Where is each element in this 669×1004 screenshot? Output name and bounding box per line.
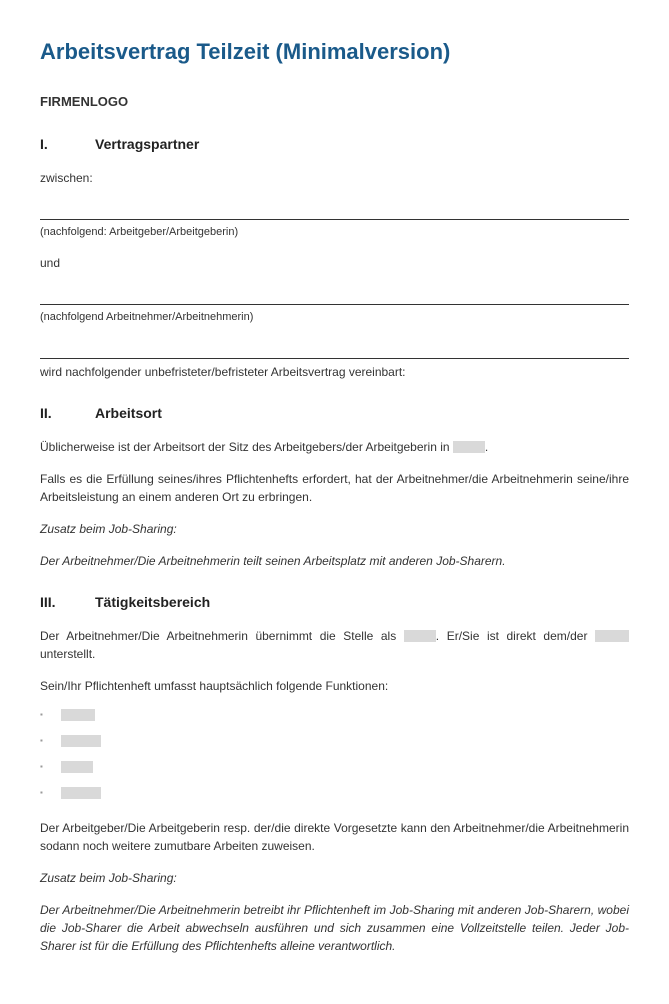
section-3-heading: III.Tätigkeitsbereich: [40, 592, 629, 613]
between-label: zwischen:: [40, 169, 629, 187]
blank-field: [61, 787, 101, 799]
s3-addendum-label: Zusatz beim Job-Sharing:: [40, 869, 629, 887]
blank-field: [61, 709, 95, 721]
and-label: und: [40, 254, 629, 272]
employer-note: (nachfolgend: Arbeitgeber/Arbeitgeberin): [40, 224, 629, 241]
employee-line: [40, 286, 629, 305]
s3-p1: Der Arbeitnehmer/Die Arbeitnehmerin über…: [40, 627, 629, 663]
logo-placeholder: FIRMENLOGO: [40, 92, 629, 112]
s3-p3: Der Arbeitgeber/Die Arbeitgeberin resp. …: [40, 819, 629, 855]
section-1-title: Vertragspartner: [95, 136, 199, 152]
agreement-line: [40, 340, 629, 359]
employer-line: [40, 201, 629, 220]
s2-addendum-text: Der Arbeitnehmer/Die Arbeitnehmerin teil…: [40, 552, 629, 570]
s2-p2: Falls es die Erfüllung seines/ihres Pfli…: [40, 470, 629, 506]
section-3-num: III.: [40, 592, 95, 613]
list-item: [40, 735, 629, 747]
s3-addendum-text: Der Arbeitnehmer/Die Arbeitnehmerin betr…: [40, 901, 629, 955]
blank-field: [595, 630, 629, 642]
section-2-heading: II.Arbeitsort: [40, 403, 629, 424]
employee-note: (nachfolgend Arbeitnehmer/Arbeitnehmerin…: [40, 309, 629, 326]
s3-p2: Sein/Ihr Pflichtenheft umfasst hauptsäch…: [40, 677, 629, 695]
section-3-title: Tätigkeitsbereich: [95, 594, 210, 610]
blank-field: [61, 735, 101, 747]
list-item: [40, 787, 629, 799]
function-list: [40, 709, 629, 799]
agreed-text: wird nachfolgender unbefristeter/befrist…: [40, 363, 629, 381]
section-2-num: II.: [40, 403, 95, 424]
s2-p1: Üblicherweise ist der Arbeitsort der Sit…: [40, 438, 629, 456]
blank-field: [453, 441, 485, 453]
section-2-title: Arbeitsort: [95, 405, 162, 421]
list-item: [40, 709, 629, 721]
blank-field: [404, 630, 436, 642]
section-1-heading: I.Vertragspartner: [40, 134, 629, 155]
section-1-num: I.: [40, 134, 95, 155]
page-title: Arbeitsvertrag Teilzeit (Minimalversion): [40, 35, 629, 68]
list-item: [40, 761, 629, 773]
blank-field: [61, 761, 93, 773]
s2-addendum-label: Zusatz beim Job-Sharing:: [40, 520, 629, 538]
